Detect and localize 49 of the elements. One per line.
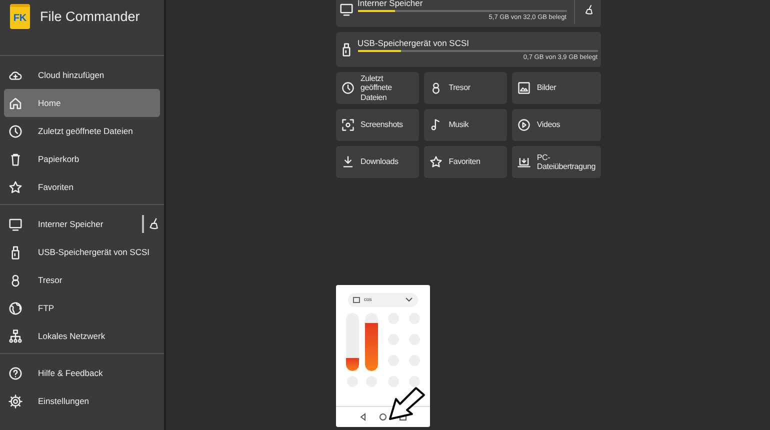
category-tile[interactable]: Bilder bbox=[512, 72, 600, 104]
star-icon bbox=[428, 155, 443, 169]
category-tile[interactable]: Musik bbox=[424, 109, 507, 141]
quick-toggle[interactable] bbox=[409, 376, 420, 387]
image-icon bbox=[516, 81, 531, 95]
category-tile[interactable]: Videos bbox=[512, 109, 600, 141]
sidebar-item[interactable]: Favoriten bbox=[4, 173, 160, 201]
category-tile[interactable]: Zuletzt geöffnete Dateien bbox=[336, 72, 419, 104]
category-tile[interactable]: Screenshots bbox=[336, 109, 419, 141]
category-tile[interactable]: Favoriten bbox=[424, 146, 507, 178]
clock-icon bbox=[8, 124, 23, 138]
star-icon bbox=[8, 180, 23, 194]
monitor-icon bbox=[8, 216, 23, 232]
screenshot-icon bbox=[340, 118, 354, 132]
globe-icon bbox=[8, 300, 23, 316]
chevron-icon bbox=[405, 296, 413, 304]
sidebar-item[interactable]: Einstellungen bbox=[4, 387, 160, 415]
storage-name: USB-Speichergerät von SCSI bbox=[358, 38, 470, 48]
play-icon bbox=[516, 118, 531, 132]
home-icon[interactable] bbox=[379, 413, 387, 421]
sidebar-item[interactable]: Tresor bbox=[4, 266, 160, 294]
sidebar-item[interactable]: Interner Speicher bbox=[4, 210, 138, 238]
sidebar-item[interactable]: Hilfe & Feedback bbox=[4, 359, 160, 387]
storage-name: Interner Speicher bbox=[358, 0, 424, 8]
app-logo: FK bbox=[10, 4, 30, 29]
category-tile[interactable]: Downloads bbox=[336, 146, 419, 178]
sidebar-item[interactable]: USB-Speichergerät von SCSI bbox=[4, 238, 160, 266]
laptop-icon bbox=[516, 155, 531, 169]
home-icon bbox=[8, 96, 23, 110]
back-icon[interactable] bbox=[359, 413, 367, 421]
app-title: File Commander bbox=[40, 9, 140, 24]
vertical-slider[interactable] bbox=[346, 313, 359, 371]
clock-icon bbox=[340, 81, 354, 95]
sidebar-item[interactable]: FTP bbox=[4, 294, 160, 322]
sidebar-item[interactable]: Lokales Netzwerk bbox=[4, 322, 160, 350]
category-tile[interactable]: PC-Dateiübertragung bbox=[512, 146, 600, 178]
network-icon bbox=[8, 328, 23, 344]
brush-icon bbox=[584, 4, 596, 16]
gear-icon bbox=[8, 394, 23, 408]
vertical-slider[interactable] bbox=[365, 313, 378, 371]
help-icon bbox=[8, 366, 23, 380]
trash-icon bbox=[8, 152, 23, 166]
monitor-icon bbox=[338, 2, 354, 17]
sidebar-item[interactable]: Home bbox=[4, 89, 160, 117]
sidebar-item[interactable]: Papierkorb bbox=[4, 145, 160, 173]
sidebar-item[interactable]: Zuletzt geöffnete Dateien bbox=[4, 117, 160, 145]
sidebar-item[interactable]: Cloud hinzufügen bbox=[4, 61, 160, 89]
category-tile[interactable]: Tresor bbox=[424, 72, 507, 104]
download-icon bbox=[340, 155, 354, 169]
